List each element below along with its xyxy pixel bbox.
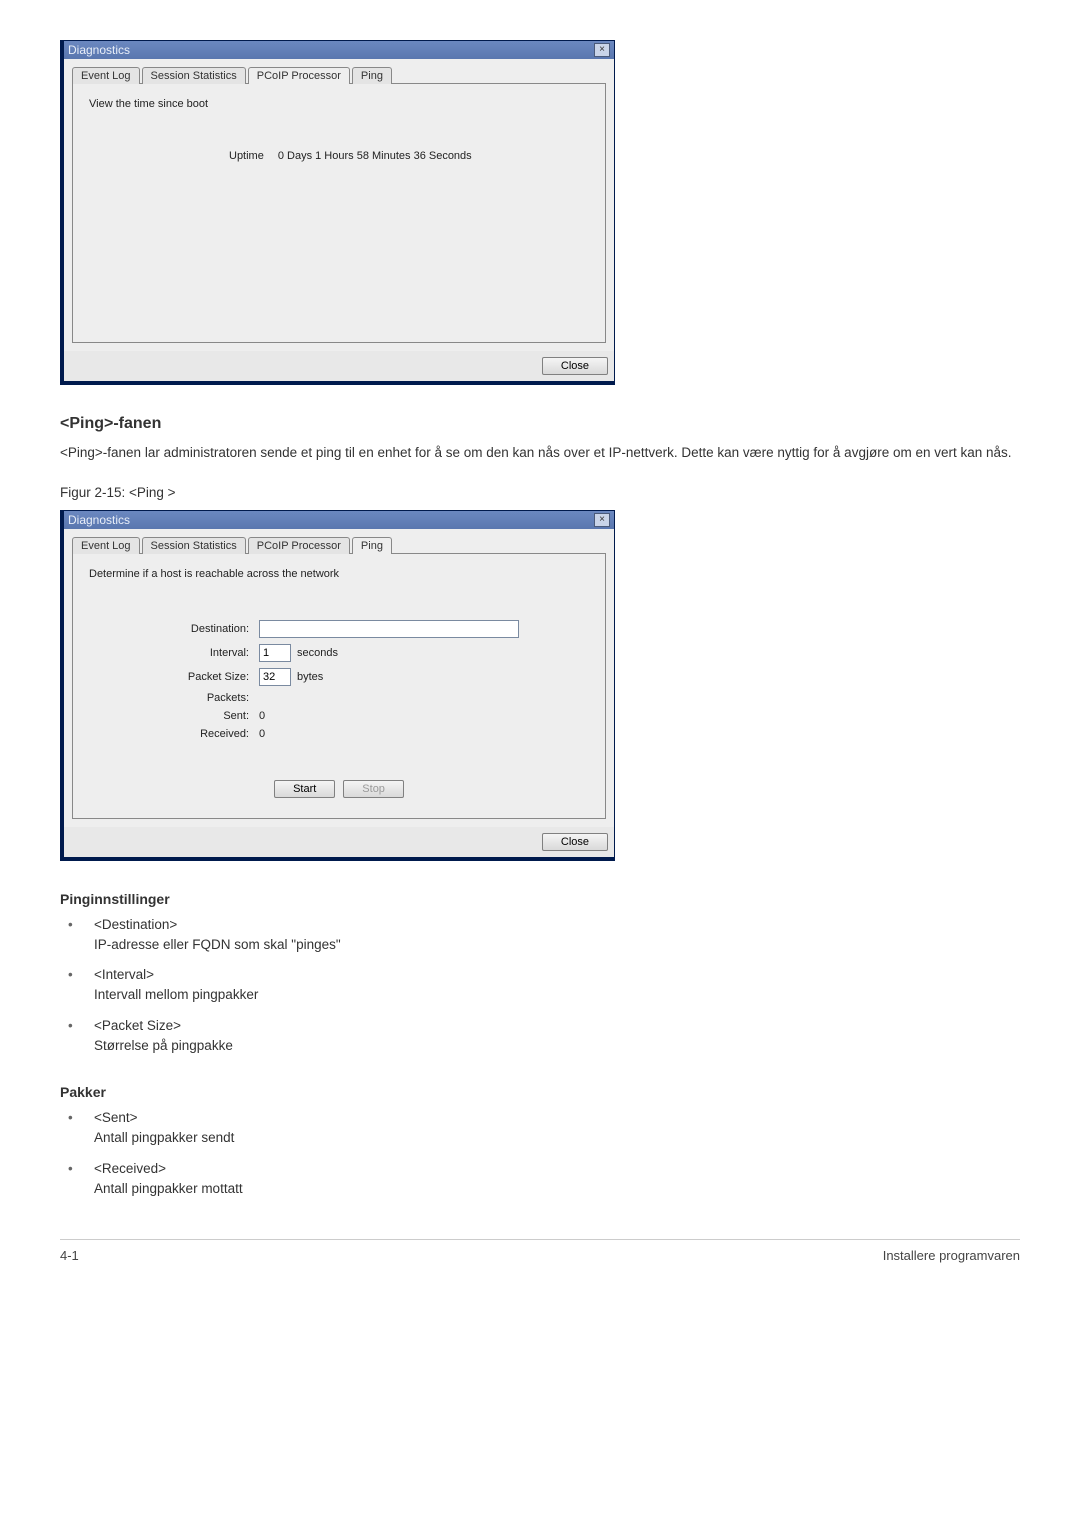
list-item: <Packet Size> Størrelse på pingpakke xyxy=(60,1016,1020,1057)
heading-packets: Pakker xyxy=(60,1084,1020,1100)
received-label: Received: xyxy=(89,728,259,740)
received-value: 0 xyxy=(259,728,265,740)
heading-ping-settings: Pinginnstillinger xyxy=(60,891,1020,907)
dialog-body: Event Log Session Statistics PCoIP Proce… xyxy=(64,529,614,827)
dialog-title: Diagnostics xyxy=(68,43,130,57)
tab-event-log[interactable]: Event Log xyxy=(72,537,140,554)
ping-tab-description: <Ping>-fanen lar administratoren sende e… xyxy=(60,443,1020,463)
ping-settings-list: <Destination> IP-adresse eller FQDN som … xyxy=(60,915,1020,1057)
dialog-titlebar: Diagnostics × xyxy=(64,511,614,529)
close-button[interactable]: Close xyxy=(542,357,608,375)
stop-button: Stop xyxy=(343,780,404,798)
tab-ping[interactable]: Ping xyxy=(352,67,392,84)
figure-label: Figur 2-15: <Ping > xyxy=(60,485,1020,500)
destination-input[interactable] xyxy=(259,620,519,638)
dialog-body: Event Log Session Statistics PCoIP Proce… xyxy=(64,59,614,351)
tab-pcoip-processor[interactable]: PCoIP Processor xyxy=(248,67,350,84)
uptime-value: 0 Days 1 Hours 58 Minutes 36 Seconds xyxy=(278,150,472,162)
close-icon[interactable]: × xyxy=(594,43,610,57)
interval-label: Interval: xyxy=(89,647,259,659)
packets-row: Packets: xyxy=(89,692,589,704)
list-item: <Destination> IP-adresse eller FQDN som … xyxy=(60,915,1020,956)
sent-row: Sent: 0 xyxy=(89,710,589,722)
tab-event-log[interactable]: Event Log xyxy=(72,67,140,84)
tab-session-statistics[interactable]: Session Statistics xyxy=(142,537,246,554)
list-desc: Antall pingpakker sendt xyxy=(94,1128,1020,1148)
list-desc: Intervall mellom pingpakker xyxy=(94,985,1020,1005)
close-button[interactable]: Close xyxy=(542,833,608,851)
interval-unit: seconds xyxy=(297,647,338,659)
dialog-button-bar: Close xyxy=(64,827,614,857)
tab-session-statistics[interactable]: Session Statistics xyxy=(142,67,246,84)
destination-row: Destination: xyxy=(89,620,589,638)
tab-panel-ping: Determine if a host is reachable across … xyxy=(72,553,606,819)
uptime-row: Uptime 0 Days 1 Hours 58 Minutes 36 Seco… xyxy=(89,150,589,162)
panel-description: View the time since boot xyxy=(89,98,589,110)
list-desc: Størrelse på pingpakke xyxy=(94,1036,1020,1056)
list-item: <Sent> Antall pingpakker sendt xyxy=(60,1108,1020,1149)
received-row: Received: 0 xyxy=(89,728,589,740)
tabstrip: Event Log Session Statistics PCoIP Proce… xyxy=(72,67,606,84)
heading-ping-tab: <Ping>-fanen xyxy=(60,415,1020,433)
list-term: <Received> xyxy=(94,1159,1020,1179)
footer-section-title: Installere programvaren xyxy=(883,1248,1020,1263)
panel-description: Determine if a host is reachable across … xyxy=(89,568,589,580)
page-footer: 4-1 Installere programvaren xyxy=(60,1239,1020,1263)
tab-ping[interactable]: Ping xyxy=(352,537,392,554)
packet-size-unit: bytes xyxy=(297,671,323,683)
list-desc: IP-adresse eller FQDN som skal "pinges" xyxy=(94,935,1020,955)
close-icon[interactable]: × xyxy=(594,513,610,527)
list-term: <Packet Size> xyxy=(94,1016,1020,1036)
sent-value: 0 xyxy=(259,710,265,722)
dialog-button-bar: Close xyxy=(64,351,614,381)
packet-size-row: Packet Size: bytes xyxy=(89,668,589,686)
interval-row: Interval: seconds xyxy=(89,644,589,662)
packet-size-input[interactable] xyxy=(259,668,291,686)
dialog-titlebar: Diagnostics × xyxy=(64,41,614,59)
interval-input[interactable] xyxy=(259,644,291,662)
sent-label: Sent: xyxy=(89,710,259,722)
list-term: <Interval> xyxy=(94,965,1020,985)
diagnostics-dialog-ping: Diagnostics × Event Log Session Statisti… xyxy=(60,510,615,861)
list-item: <Received> Antall pingpakker mottatt xyxy=(60,1159,1020,1200)
tab-panel-pcoip: View the time since boot Uptime 0 Days 1… xyxy=(72,83,606,343)
packets-label: Packets: xyxy=(89,692,259,704)
start-button[interactable]: Start xyxy=(274,780,335,798)
list-term: <Destination> xyxy=(94,915,1020,935)
tabstrip: Event Log Session Statistics PCoIP Proce… xyxy=(72,537,606,554)
list-term: <Sent> xyxy=(94,1108,1020,1128)
packet-size-label: Packet Size: xyxy=(89,671,259,683)
uptime-label: Uptime xyxy=(229,150,264,162)
list-item: <Interval> Intervall mellom pingpakker xyxy=(60,965,1020,1006)
destination-label: Destination: xyxy=(89,623,259,635)
ping-action-buttons: Start Stop xyxy=(89,780,589,798)
diagnostics-dialog-pcoip: Diagnostics × Event Log Session Statisti… xyxy=(60,40,615,385)
list-desc: Antall pingpakker mottatt xyxy=(94,1179,1020,1199)
footer-page-number: 4-1 xyxy=(60,1248,79,1263)
packets-list: <Sent> Antall pingpakker sendt <Received… xyxy=(60,1108,1020,1199)
tab-pcoip-processor[interactable]: PCoIP Processor xyxy=(248,537,350,554)
dialog-title: Diagnostics xyxy=(68,513,130,527)
